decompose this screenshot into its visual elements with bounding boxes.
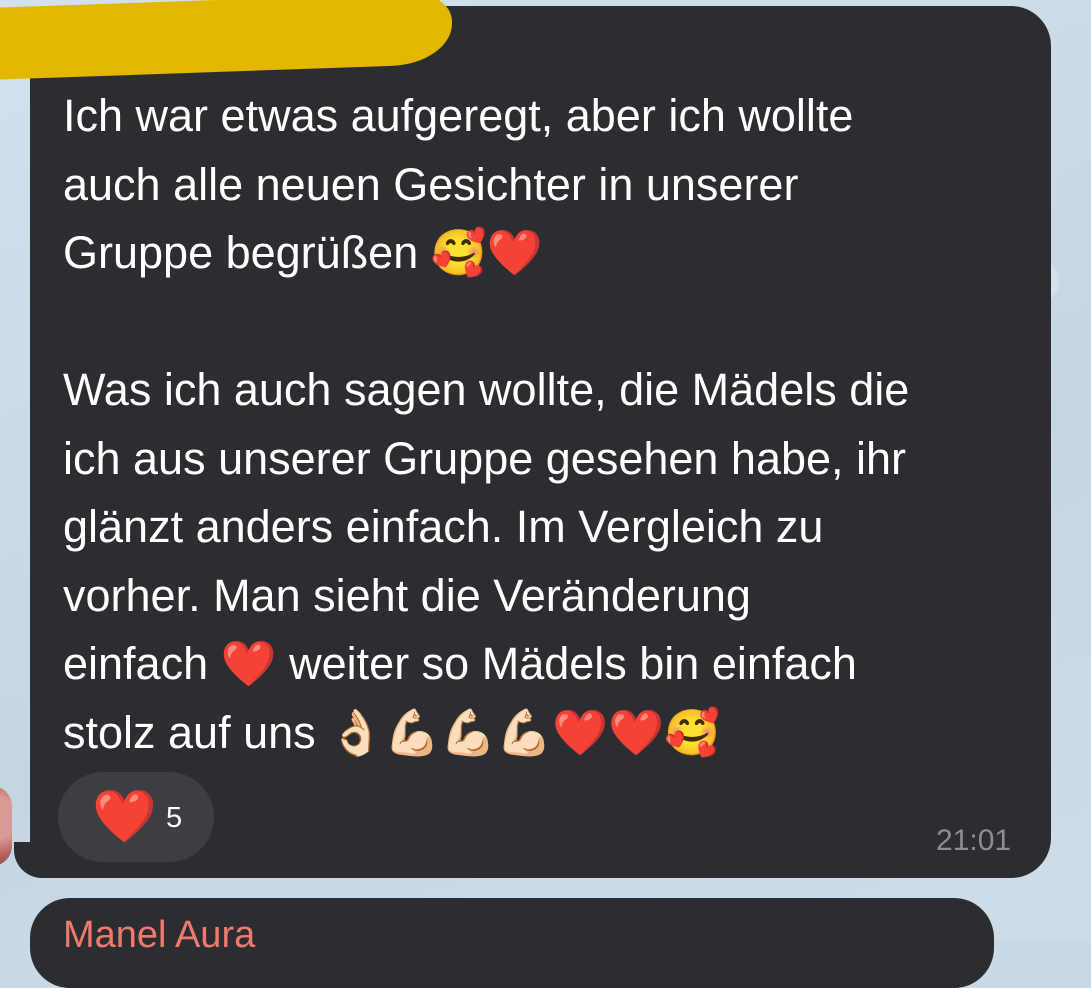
message-line: auch alle neuen Gesichter in unserer [63,158,799,210]
sender-avatar[interactable] [0,786,12,866]
message-line: ich aus unserer Gruppe gesehen habe, ihr [63,432,907,484]
message-line: vorher. Man sieht die Veränderung [63,569,751,621]
heart-icon: ❤️ [92,788,157,846]
sender-name[interactable]: Manel Aura [63,914,255,957]
message-line: Ich war etwas aufgeregt, aber ich wollte [63,90,854,141]
message-line: Gruppe begrüßen 🥰❤️ [63,227,543,278]
reaction-heart-button[interactable]: ❤️ 5 [58,772,214,862]
message-text: Ich war etwas aufgeregt, aber ich wollte… [63,82,1038,767]
reaction-count: 5 [166,802,183,834]
message-timestamp: 21:01 [936,824,1012,857]
message-line: stolz auf uns 👌🏻💪🏻💪🏻💪🏻❤️❤️🥰 [63,706,721,758]
message-line: glänzt anders einfach. Im Vergleich zu [63,501,824,552]
message-line: einfach ❤️ weiter so Mädels bin einfach [63,638,857,689]
next-message-bubble[interactable]: Manel Aura [30,898,994,988]
message-line: Was ich auch sagen wollte, die Mädels di… [63,364,910,415]
